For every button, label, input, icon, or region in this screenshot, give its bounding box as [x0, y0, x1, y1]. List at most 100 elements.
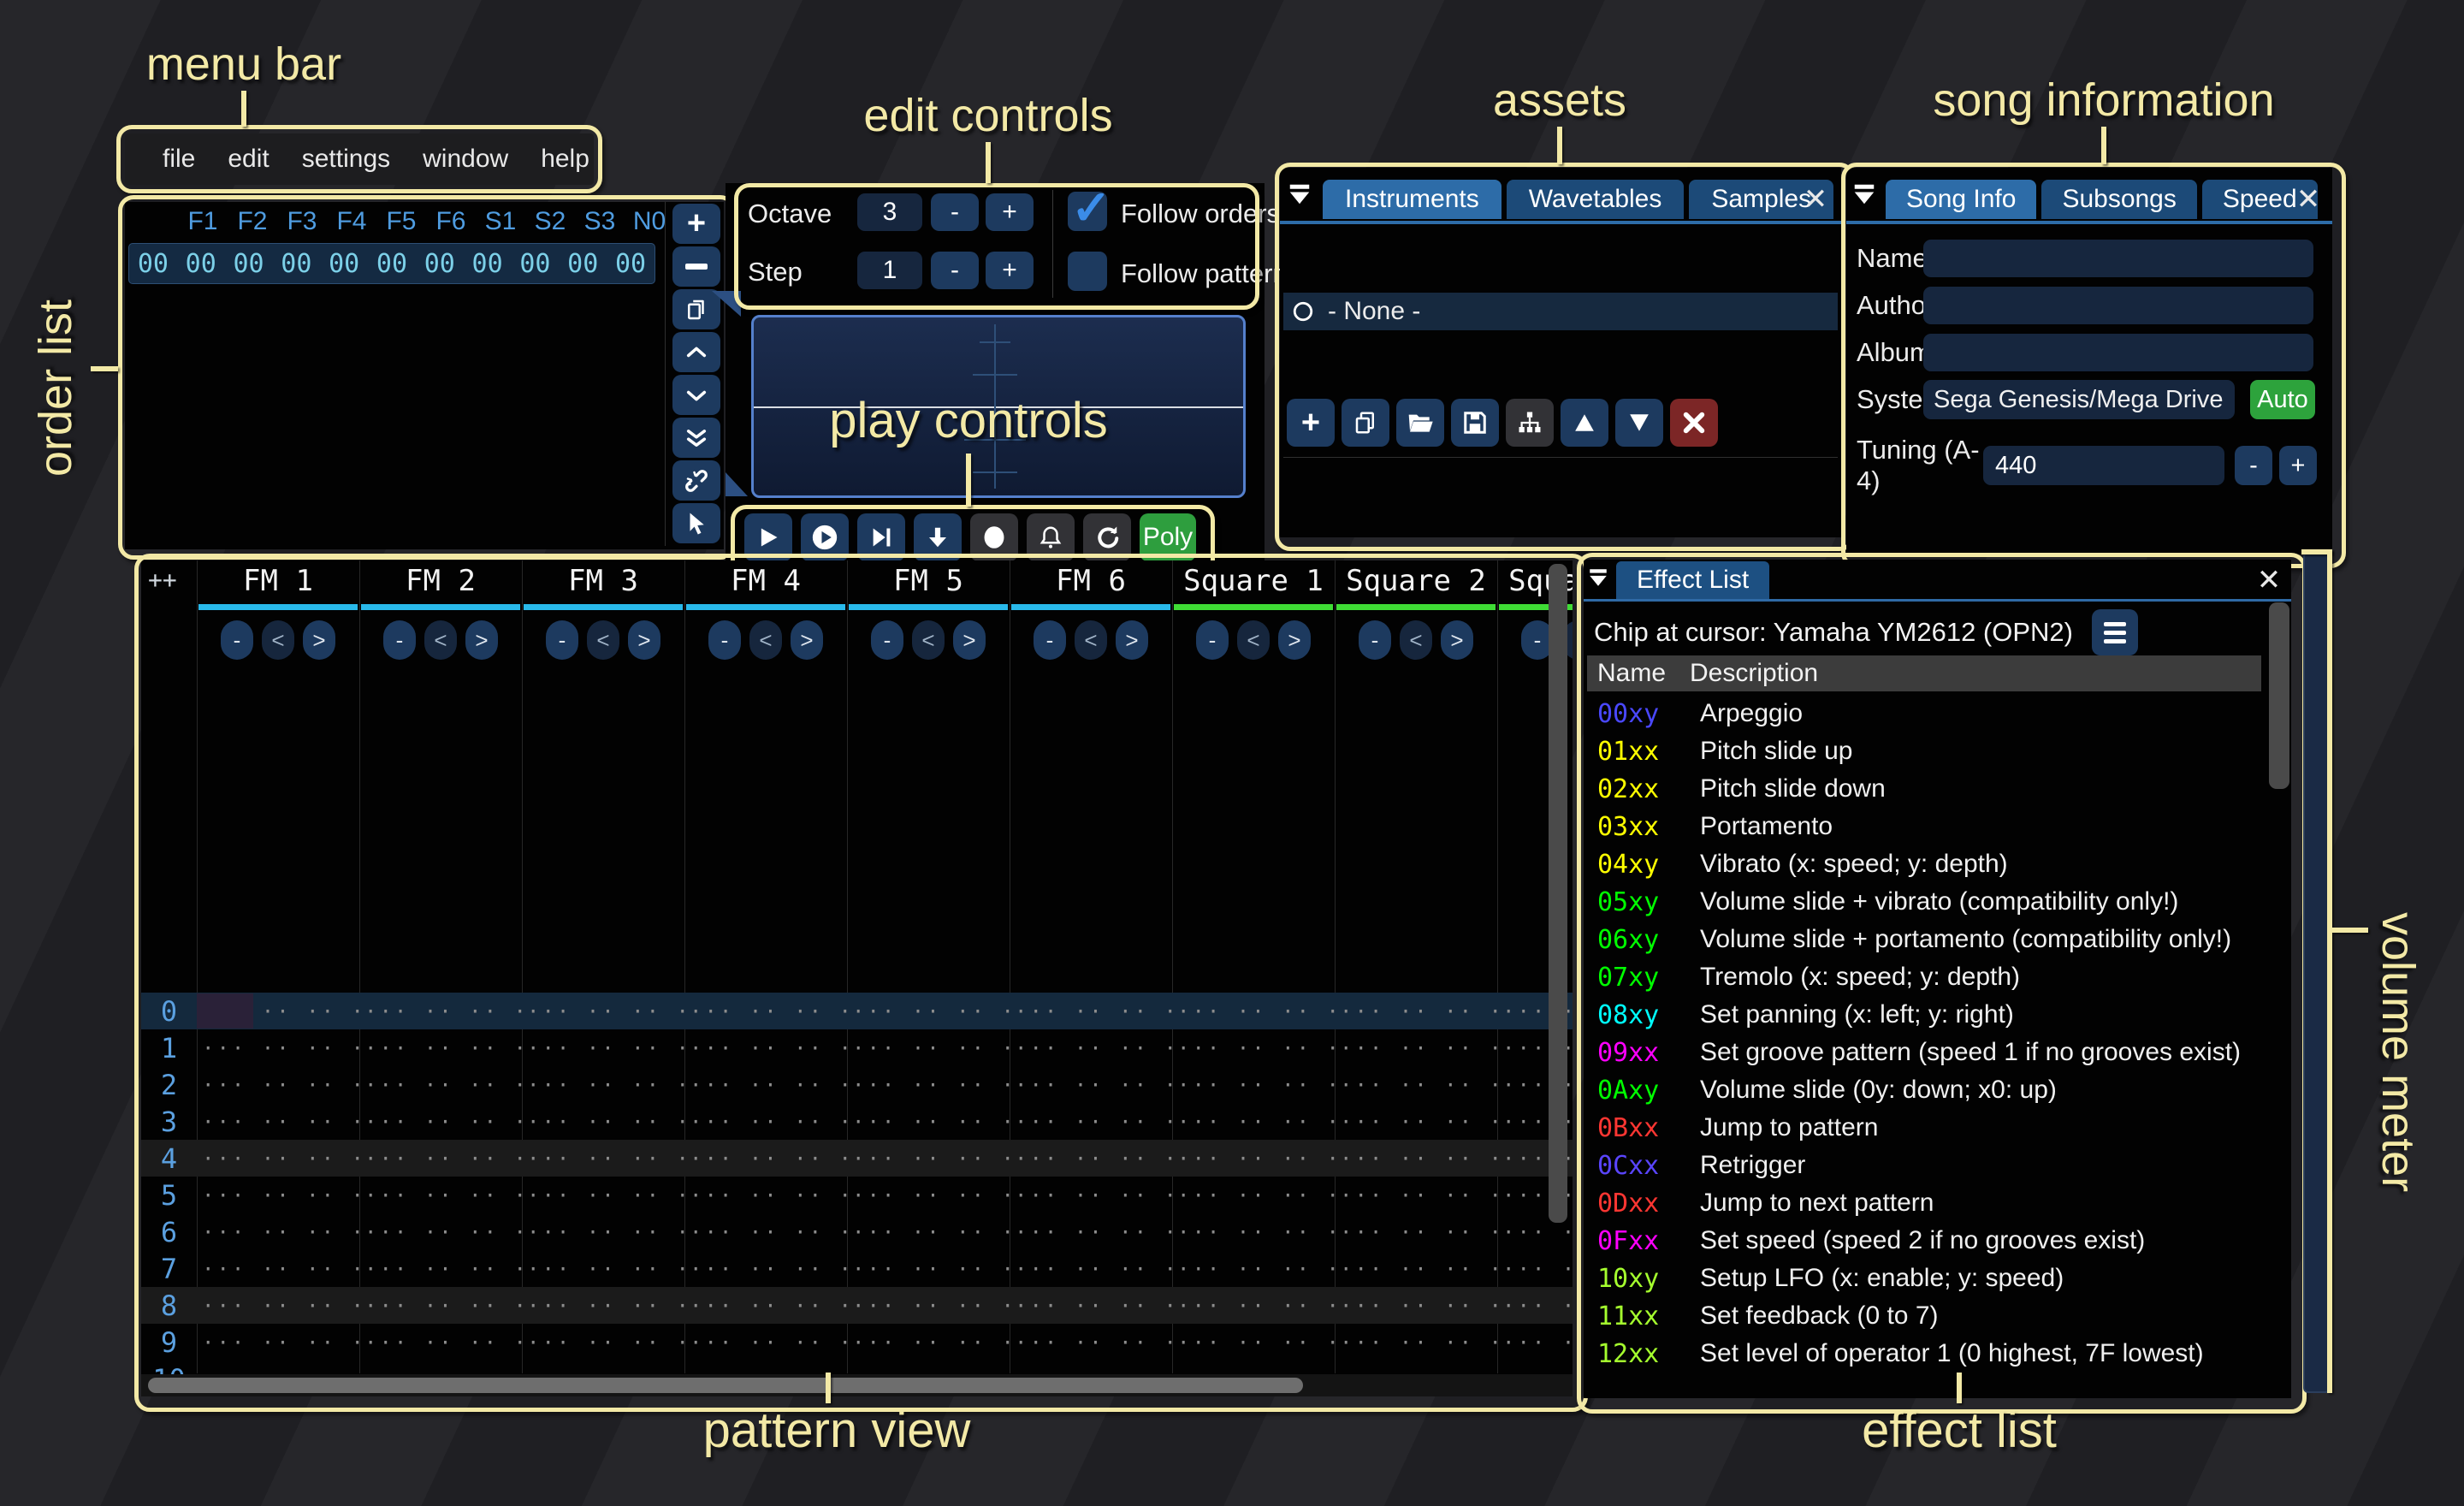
- pattern-cell[interactable]: ··· ·· ·· ·· ··: [1497, 1257, 1573, 1281]
- pattern-cell[interactable]: ··· ·· ·· ·· ··: [1335, 1110, 1497, 1134]
- channel-name[interactable]: Square 1: [1172, 564, 1335, 598]
- order-column-header[interactable]: F2: [228, 207, 277, 236]
- pattern-cell[interactable]: ··· ·· ·· ·· ··: [359, 999, 522, 1023]
- repeat-pattern-toggle[interactable]: [1083, 513, 1131, 561]
- close-icon[interactable]: ✕: [1798, 180, 1833, 219]
- menu-item[interactable]: edit: [228, 145, 269, 174]
- menu-item[interactable]: settings: [302, 145, 390, 174]
- channel-expand-button[interactable]: >: [303, 620, 335, 660]
- order-column-header[interactable]: F6: [426, 207, 476, 236]
- pattern-cell[interactable]: ··· ·· ·· ·· ··: [359, 1110, 522, 1134]
- order-cell[interactable]: 00: [559, 249, 607, 279]
- pattern-cell[interactable]: ··· ·· ·· ·· ··: [197, 1257, 359, 1281]
- pattern-cell[interactable]: ··· ·· ·· ·· ··: [197, 1183, 359, 1207]
- pattern-cell[interactable]: ··· ·· ·· ·· ··: [522, 1183, 684, 1207]
- delete-asset-button[interactable]: [1670, 399, 1718, 447]
- save-asset-button[interactable]: [1451, 399, 1499, 447]
- tuning-increase-button[interactable]: +: [2279, 446, 2317, 485]
- toggle-folder-view-button[interactable]: [1506, 399, 1554, 447]
- assets-tab[interactable]: Wavetables: [1507, 180, 1685, 219]
- pattern-cell[interactable]: ··· ·· ·· ·· ··: [1172, 1183, 1335, 1207]
- pattern-cell[interactable]: ··· ·· ·· ·· ··: [847, 1331, 1010, 1355]
- pattern-cell[interactable]: ··· ·· ·· ·· ··: [522, 1331, 684, 1355]
- channel-expand-button[interactable]: >: [628, 620, 660, 660]
- pattern-cell[interactable]: ··· ·· ·· ·· ··: [359, 1036, 522, 1060]
- metronome-toggle[interactable]: [1027, 513, 1075, 561]
- pattern-cell[interactable]: ··· ·· ·· ·· ··: [1010, 1331, 1172, 1355]
- pattern-cell[interactable]: ··· ·· ·· ·· ··: [847, 1036, 1010, 1060]
- remove-order-button[interactable]: [672, 246, 720, 287]
- add-order-button[interactable]: +: [672, 204, 720, 244]
- follow-pattern-label[interactable]: Follow pattern: [1121, 258, 1288, 289]
- order-link-toggle-button[interactable]: [672, 460, 720, 501]
- pattern-row[interactable]: 8 ··· ·· ·· ·· ·· ··· ·· ·· ·· ·· ··· ··…: [141, 1287, 1573, 1324]
- play-button[interactable]: [744, 513, 792, 561]
- pattern-row[interactable]: 5 ··· ·· ·· ·· ·· ··· ·· ·· ·· ·· ··· ··…: [141, 1177, 1573, 1213]
- pattern-cell[interactable]: ··· ·· ·· ·· ··: [359, 1257, 522, 1281]
- pattern-cell[interactable]: ··· ·· ·· ·· ··: [847, 1147, 1010, 1171]
- collapse-panel-icon[interactable]: [1851, 181, 1877, 207]
- pattern-row[interactable]: 0 ··· ·· ·· ·· ·· ··· ·· ·· ·· ·· ··· ··…: [141, 993, 1573, 1029]
- pattern-cell[interactable]: ··· ·· ·· ·· ··: [197, 1036, 359, 1060]
- pattern-cell[interactable]: ··· ·· ·· ·· ··: [1172, 1036, 1335, 1060]
- order-edit-mode-button[interactable]: [672, 503, 720, 543]
- octave-value[interactable]: 3: [857, 193, 922, 231]
- pattern-cell[interactable]: ··· ·· ·· ·· ··: [197, 1110, 359, 1134]
- song-field-input[interactable]: [1923, 334, 2313, 371]
- channel-shrink-button[interactable]: <: [1075, 620, 1107, 660]
- pattern-cell[interactable]: ··· ·· ·· ·· ··: [522, 1147, 684, 1171]
- v-scrollbar-thumb[interactable]: [1549, 564, 1567, 1223]
- pattern-cell[interactable]: ··· ·· ·· ·· ··: [684, 999, 847, 1023]
- order-column-header[interactable]: S1: [476, 207, 525, 236]
- pattern-cell[interactable]: ··· ·· ·· ·· ··: [1010, 1257, 1172, 1281]
- channel-expand-button[interactable]: >: [953, 620, 986, 660]
- channel-collapse-button[interactable]: -: [546, 620, 578, 660]
- channel-name[interactable]: Square 2: [1335, 564, 1497, 598]
- song-field-input[interactable]: [1923, 240, 2313, 277]
- close-icon[interactable]: ✕: [2291, 180, 2325, 219]
- pattern-cell[interactable]: ··· ·· ·· ·· ··: [684, 1110, 847, 1134]
- order-cell[interactable]: 00: [177, 249, 225, 279]
- order-column-header[interactable]: F4: [327, 207, 376, 236]
- channel-expand-button[interactable]: >: [465, 620, 498, 660]
- pattern-cell[interactable]: ··· ·· ·· ·· ··: [522, 1073, 684, 1097]
- octave-increase-button[interactable]: +: [986, 193, 1034, 231]
- channel-name[interactable]: FM 2: [359, 564, 522, 598]
- follow-pattern-checkbox[interactable]: [1068, 252, 1107, 291]
- pattern-row[interactable]: 6 ··· ·· ·· ·· ·· ··· ·· ·· ·· ·· ··· ··…: [141, 1213, 1573, 1250]
- close-icon[interactable]: ✕: [2252, 561, 2286, 599]
- order-cell[interactable]: 00: [320, 249, 368, 279]
- pattern-cell[interactable]: ··· ·· ·· ·· ··: [847, 1257, 1010, 1281]
- order-cell[interactable]: 00: [416, 249, 464, 279]
- pattern-cell[interactable]: ··· ·· ·· ·· ··: [522, 1294, 684, 1318]
- pattern-cell[interactable]: ··· ·· ·· ·· ··: [522, 1257, 684, 1281]
- order-column-header[interactable]: S3: [575, 207, 625, 236]
- duplicate-order-to-end-button[interactable]: [672, 418, 720, 458]
- pattern-cell[interactable]: ··· ·· ·· ·· ··: [1335, 1257, 1497, 1281]
- channel-shrink-button[interactable]: <: [912, 620, 945, 660]
- pattern-cell[interactable]: ··· ·· ·· ·· ··: [1335, 1183, 1497, 1207]
- channel-shrink-button[interactable]: <: [587, 620, 619, 660]
- pattern-cell[interactable]: ··· ·· ·· ·· ··: [1335, 1073, 1497, 1097]
- pattern-cell[interactable]: ··· ·· ·· ·· ··: [359, 1147, 522, 1171]
- pattern-cell[interactable]: ··· ·· ·· ·· ··: [1172, 1147, 1335, 1171]
- channel-name[interactable]: FM 5: [847, 564, 1010, 598]
- system-value[interactable]: Sega Genesis/Mega Drive: [1923, 380, 2235, 419]
- duplicate-asset-button[interactable]: [1342, 399, 1389, 447]
- assets-tab[interactable]: Instruments: [1323, 180, 1502, 219]
- channel-expand-button[interactable]: >: [1116, 620, 1148, 660]
- pattern-cell[interactable]: ··· ·· ·· ·· ··: [1335, 1147, 1497, 1171]
- h-scrollbar-thumb[interactable]: [148, 1378, 1303, 1393]
- pattern-cell[interactable]: ··· ·· ·· ·· ··: [684, 1331, 847, 1355]
- order-row[interactable]: 00 00000000000000000000: [128, 243, 655, 284]
- pattern-cell[interactable]: ··· ·· ·· ·· ··: [847, 1294, 1010, 1318]
- pattern-cell[interactable]: ··· ·· ·· ·· ··: [847, 1073, 1010, 1097]
- pattern-cell[interactable]: ··· ·· ·· ·· ··: [359, 1331, 522, 1355]
- menu-item[interactable]: file: [163, 145, 195, 174]
- channel-collapse-button[interactable]: -: [1359, 620, 1391, 660]
- follow-orders-checkbox[interactable]: ✓: [1068, 192, 1107, 231]
- move-order-up-button[interactable]: [672, 332, 720, 372]
- pattern-cell[interactable]: ··· ·· ·· ·· ··: [1172, 1073, 1335, 1097]
- pattern-row[interactable]: 7 ··· ·· ·· ·· ·· ··· ·· ·· ·· ·· ··· ··…: [141, 1250, 1573, 1287]
- step-value[interactable]: 1: [857, 252, 922, 289]
